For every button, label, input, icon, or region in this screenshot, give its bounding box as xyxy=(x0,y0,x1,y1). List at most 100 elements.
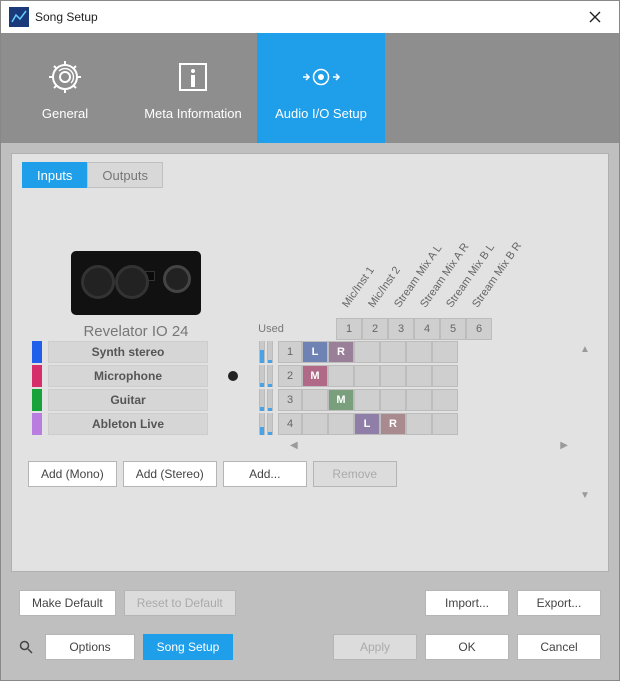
routing-cell[interactable]: M xyxy=(302,365,328,387)
subtab-outputs[interactable]: Outputs xyxy=(87,162,163,188)
window-title: Song Setup xyxy=(35,10,573,24)
input-row[interactable]: Guitar3M xyxy=(28,388,592,412)
close-button[interactable] xyxy=(573,2,617,32)
routing-cells: M xyxy=(302,389,458,411)
channel-number: 4 xyxy=(414,318,440,340)
routing-grid: Revelator IO 24 Used Mic/Inst 11Mic/Inst… xyxy=(22,194,598,561)
level-meter xyxy=(259,413,265,435)
routing-cell[interactable] xyxy=(354,341,380,363)
routing-cell[interactable] xyxy=(406,413,432,435)
routing-cell[interactable] xyxy=(380,365,406,387)
routing-cell[interactable] xyxy=(328,413,354,435)
routing-cell[interactable]: R xyxy=(328,341,354,363)
ok-button[interactable]: OK xyxy=(425,634,509,660)
routing-cells: M xyxy=(302,365,458,387)
used-cell xyxy=(208,371,258,381)
row-name[interactable]: Ableton Live xyxy=(48,413,208,435)
tab-audio-io[interactable]: Audio I/O Setup xyxy=(257,33,385,143)
routing-cell[interactable] xyxy=(432,413,458,435)
subtab-inputs[interactable]: Inputs xyxy=(22,162,87,188)
channel-number: 3 xyxy=(388,318,414,340)
level-meter xyxy=(259,389,265,411)
routing-cell[interactable] xyxy=(380,341,406,363)
app-icon xyxy=(9,7,29,27)
v-scroll[interactable]: ▲ ▼ xyxy=(580,344,594,501)
routing-cell[interactable]: R xyxy=(380,413,406,435)
routing-cell[interactable] xyxy=(406,389,432,411)
device-block: Revelator IO 24 xyxy=(56,251,216,340)
input-rows: Synth stereo1LRMicrophone2MGuitar3MAblet… xyxy=(28,340,592,436)
song-setup-button[interactable]: Song Setup xyxy=(143,634,233,660)
channel-label: Stream Mix B R xyxy=(470,240,524,310)
add-button[interactable]: Add... xyxy=(223,461,307,487)
row-number: 4 xyxy=(278,413,302,435)
import-button[interactable]: Import... xyxy=(425,590,509,616)
row-name[interactable]: Guitar xyxy=(48,389,208,411)
used-indicator-icon xyxy=(228,371,238,381)
bottom-button-row: Options Song Setup Apply OK Cancel xyxy=(11,634,609,670)
add-mono-button[interactable]: Add (Mono) xyxy=(28,461,117,487)
apply-button[interactable]: Apply xyxy=(333,634,417,660)
device-name: Revelator IO 24 xyxy=(83,323,188,340)
scroll-down-icon: ▼ xyxy=(580,490,594,501)
export-button[interactable]: Export... xyxy=(517,590,601,616)
row-color-swatch xyxy=(32,365,42,387)
channel-header: Stream Mix A L3 xyxy=(388,240,414,340)
audio-io-icon xyxy=(300,59,342,95)
row-number: 2 xyxy=(278,365,302,387)
channel-number: 1 xyxy=(336,318,362,340)
channel-headers: Mic/Inst 11Mic/Inst 22Stream Mix A L3Str… xyxy=(336,210,492,340)
top-tabs: General Meta Information Au xyxy=(1,33,619,143)
routing-cell[interactable] xyxy=(328,365,354,387)
row-name[interactable]: Synth stereo xyxy=(48,341,208,363)
tab-meta-label: Meta Information xyxy=(144,106,242,121)
input-row[interactable]: Ableton Live4LR xyxy=(28,412,592,436)
routing-cell[interactable] xyxy=(432,341,458,363)
tab-general[interactable]: General xyxy=(1,33,129,143)
channel-header: Stream Mix A R4 xyxy=(414,240,440,340)
routing-cell[interactable] xyxy=(432,389,458,411)
tab-audio-io-label: Audio I/O Setup xyxy=(275,106,367,121)
routing-cell[interactable] xyxy=(406,365,432,387)
reset-default-button[interactable]: Reset to Default xyxy=(124,590,236,616)
row-color-swatch xyxy=(32,413,42,435)
tab-meta[interactable]: Meta Information xyxy=(129,33,257,143)
row-name[interactable]: Microphone xyxy=(48,365,208,387)
input-row[interactable]: Synth stereo1LR xyxy=(28,340,592,364)
used-column-header: Used xyxy=(246,323,296,339)
routing-cell[interactable]: L xyxy=(354,413,380,435)
row-color-swatch xyxy=(32,389,42,411)
row-color-swatch xyxy=(32,341,42,363)
routing-cell[interactable]: L xyxy=(302,341,328,363)
scroll-up-icon: ▲ xyxy=(580,344,594,355)
routing-cell[interactable] xyxy=(432,365,458,387)
cancel-button[interactable]: Cancel xyxy=(517,634,601,660)
routing-cell[interactable] xyxy=(354,389,380,411)
h-scroll[interactable]: ◀ ▶ xyxy=(28,436,592,455)
level-meter xyxy=(267,413,273,435)
scroll-left-icon: ◀ xyxy=(290,440,298,451)
routing-cell[interactable] xyxy=(302,389,328,411)
routing-cell[interactable] xyxy=(406,341,432,363)
level-meter xyxy=(267,341,273,363)
magnifier-icon[interactable] xyxy=(19,640,33,654)
io-panel: Inputs Outputs Revelator IO 24 Used xyxy=(11,153,609,572)
channel-number: 6 xyxy=(466,318,492,340)
add-stereo-button[interactable]: Add (Stereo) xyxy=(123,461,217,487)
routing-cell[interactable] xyxy=(302,413,328,435)
channel-header: Stream Mix B R6 xyxy=(466,240,492,340)
routing-cell[interactable] xyxy=(354,365,380,387)
routing-cells: LR xyxy=(302,413,458,435)
options-button[interactable]: Options xyxy=(45,634,135,660)
make-default-button[interactable]: Make Default xyxy=(19,590,116,616)
content-area: Inputs Outputs Revelator IO 24 Used xyxy=(1,143,619,680)
level-meter xyxy=(259,341,265,363)
input-row[interactable]: Microphone 2M xyxy=(28,364,592,388)
routing-cell[interactable] xyxy=(380,389,406,411)
routing-cell[interactable]: M xyxy=(328,389,354,411)
level-meter xyxy=(267,389,273,411)
row-action-buttons: Add (Mono) Add (Stereo) Add... Remove xyxy=(28,461,592,487)
close-icon xyxy=(589,11,601,23)
remove-button[interactable]: Remove xyxy=(313,461,397,487)
channel-header: Mic/Inst 22 xyxy=(362,240,388,340)
